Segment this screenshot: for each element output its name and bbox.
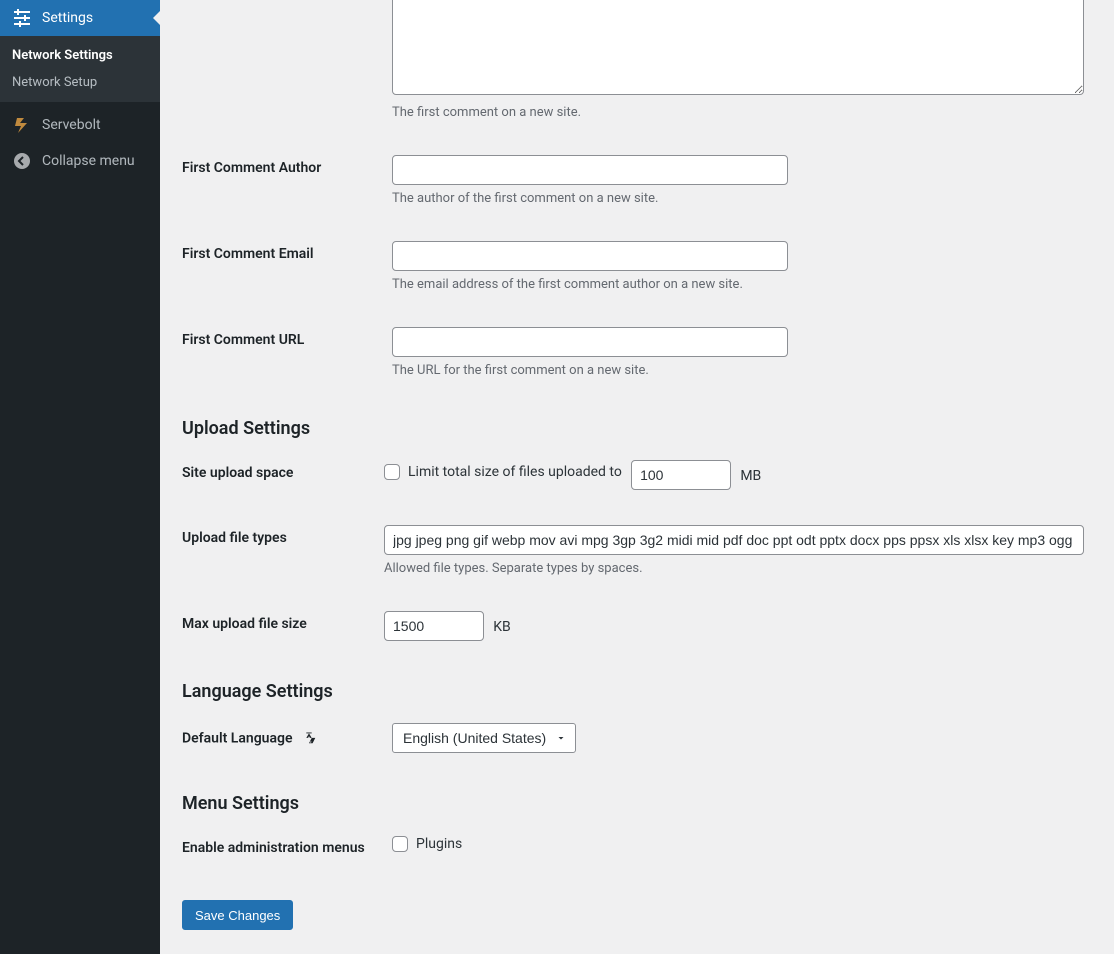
admin-sidebar: Settings Network Settings Network Setup … [0, 0, 160, 954]
site-upload-space-input[interactable] [631, 460, 731, 490]
first-comment-email-desc: The email address of the first comment a… [392, 277, 1084, 292]
first-comment-author-label: First Comment Author [182, 140, 382, 226]
sliders-icon [12, 8, 32, 28]
first-comment-url-input[interactable] [392, 327, 788, 357]
enable-plugins-menu-label: Plugins [416, 836, 462, 852]
upload-file-types-input[interactable] [384, 525, 1084, 555]
translation-icon [300, 728, 318, 750]
upload-file-types-label: Upload file types [182, 510, 374, 596]
site-upload-space-unit: MB [740, 468, 761, 484]
upload-settings-heading: Upload Settings [182, 418, 1094, 439]
main-content: The first comment on a new site. First C… [160, 0, 1114, 954]
first-comment-email-input[interactable] [392, 241, 788, 271]
form-table-menu: Enable administration menus Plugins [182, 820, 1094, 876]
sidebar-item-label: Collapse menu [42, 153, 135, 169]
first-comment-url-label: First Comment URL [182, 312, 382, 398]
upload-file-types-desc: Allowed file types. Separate types by sp… [384, 561, 1084, 576]
first-comment-email-label: First Comment Email [182, 226, 382, 312]
menu-settings-heading: Menu Settings [182, 793, 1094, 814]
first-comment-author-input[interactable] [392, 155, 788, 185]
first-comment-url-desc: The URL for the first comment on a new s… [392, 363, 1084, 378]
sidebar-subitem-network-settings[interactable]: Network Settings [0, 42, 160, 69]
site-upload-space-checkbox[interactable] [384, 464, 400, 480]
default-language-label: Default Language [182, 708, 382, 773]
sidebar-submenu-settings: Network Settings Network Setup [0, 36, 160, 102]
language-settings-heading: Language Settings [182, 681, 1094, 702]
sidebar-item-label: Servebolt [42, 117, 101, 133]
max-upload-file-size-label: Max upload file size [182, 596, 374, 661]
default-language-select[interactable]: English (United States) [392, 723, 576, 753]
first-comment-textarea[interactable] [392, 0, 1084, 95]
sidebar-item-settings[interactable]: Settings [0, 0, 160, 36]
first-comment-author-desc: The author of the first comment on a new… [392, 191, 1084, 206]
max-upload-file-size-input[interactable] [384, 611, 484, 641]
first-comment-desc: The first comment on a new site. [392, 105, 1084, 120]
site-upload-space-checkbox-label: Limit total size of files uploaded to [408, 464, 622, 480]
enable-admin-menus-label: Enable administration menus [182, 820, 382, 876]
form-table-new-site: The first comment on a new site. First C… [182, 0, 1094, 398]
form-table-upload: Site upload space Limit total size of fi… [182, 445, 1094, 661]
sidebar-item-label: Settings [42, 10, 93, 26]
max-upload-file-size-unit: KB [493, 619, 511, 635]
sidebar-subitem-network-setup[interactable]: Network Setup [0, 69, 160, 96]
sidebar-item-collapse[interactable]: Collapse menu [0, 143, 160, 179]
enable-plugins-menu-checkbox[interactable] [392, 836, 408, 852]
collapse-icon [12, 151, 32, 171]
servebolt-icon [12, 115, 32, 135]
sidebar-item-servebolt[interactable]: Servebolt [0, 107, 160, 143]
site-upload-space-label: Site upload space [182, 445, 374, 510]
save-changes-button[interactable]: Save Changes [182, 900, 293, 930]
form-table-language: Default Language English (United States) [182, 708, 1094, 773]
